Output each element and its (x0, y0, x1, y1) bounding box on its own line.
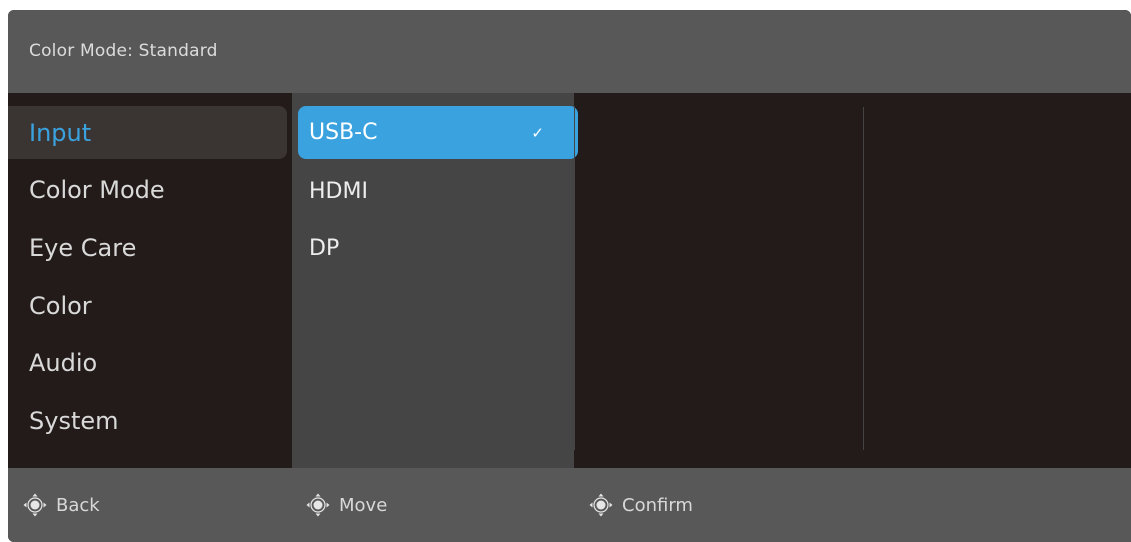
joystick-icon (589, 493, 613, 517)
hint-label: Back (56, 494, 100, 516)
menu-item-label: System (29, 406, 119, 435)
option-label: HDMI (309, 179, 368, 204)
osd-panel: Color Mode: Standard Input Color Mode Ey… (8, 10, 1131, 542)
option-label: DP (309, 236, 340, 261)
joystick-icon (23, 493, 47, 517)
footer-bar: Back Move Confirm (8, 468, 1131, 542)
menu-item-label: Color (29, 291, 92, 320)
submenu-input: USB-C ✓ HDMI DP (292, 93, 578, 468)
hint-label: Confirm (622, 494, 693, 516)
option-label: USB-C (309, 120, 378, 145)
detail-panel (574, 93, 1131, 468)
option-usb-c[interactable]: USB-C ✓ (298, 106, 578, 159)
menu-item-label: Input (29, 118, 92, 147)
menu-item-eye-care[interactable]: Eye Care (8, 221, 287, 274)
main-menu: Input Color Mode Eye Care Color Audio Sy… (8, 93, 291, 468)
option-hdmi[interactable]: HDMI (298, 165, 578, 218)
menu-item-input[interactable]: Input (8, 106, 287, 159)
checkmark-icon: ✓ (531, 123, 544, 142)
menu-item-color[interactable]: Color (8, 279, 287, 332)
menu-item-label: Eye Care (29, 233, 137, 262)
menu-item-label: Audio (29, 348, 98, 377)
header-bar: Color Mode: Standard (8, 10, 1131, 93)
color-mode-status: Color Mode: Standard (29, 41, 218, 61)
menu-item-color-mode[interactable]: Color Mode (8, 163, 287, 216)
hint-confirm: Confirm (588, 468, 693, 542)
hint-label: Move (339, 494, 388, 516)
menu-item-audio[interactable]: Audio (8, 336, 287, 389)
option-dp[interactable]: DP (298, 222, 578, 275)
menu-item-system[interactable]: System (8, 394, 287, 447)
joystick-icon (306, 493, 330, 517)
menu-item-label: Color Mode (29, 175, 165, 204)
hint-move: Move (305, 468, 387, 542)
divider (863, 107, 864, 450)
hint-back: Back (22, 468, 100, 542)
